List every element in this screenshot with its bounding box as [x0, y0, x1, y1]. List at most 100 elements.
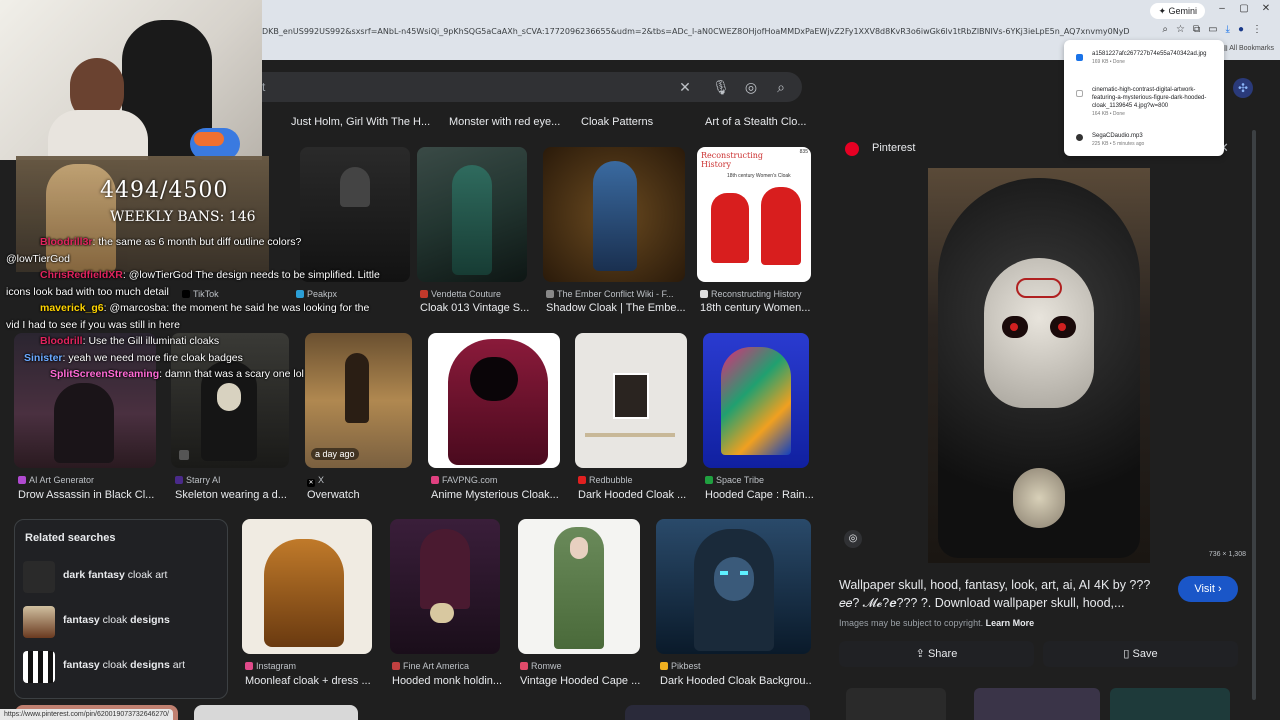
result-source: Vendetta Couture	[420, 289, 540, 299]
chat-text: icons look bad with too much detail	[6, 285, 169, 298]
preview-panel: Pinterest ◎ 736 × 1,308 Wallpaper skull,…	[826, 128, 1252, 720]
learn-more-link[interactable]: Learn More	[986, 618, 1035, 628]
tab-strip	[262, 0, 1280, 22]
image-result[interactable]	[518, 519, 640, 654]
result-title[interactable]: Cloak 013 Vintage S...	[420, 302, 540, 314]
result-title[interactable]: Skeleton wearing a d...	[175, 489, 293, 501]
chat-user: Bloodrill	[40, 335, 83, 347]
status-url: https://www.pinterest.com/pin/6200190737…	[0, 709, 174, 720]
related-item[interactable]: fantasy cloak designs	[17, 602, 227, 642]
close-window-icon[interactable]: ✕	[1258, 3, 1274, 14]
download-item[interactable]: cinematic-high-contrast-digital-artwork-…	[1092, 86, 1216, 118]
chat-text: yeah we need more fire cloak badges	[68, 351, 243, 364]
gemini-button[interactable]: ✦ Gemini	[1150, 3, 1205, 19]
result-source: Redbubble	[578, 475, 690, 485]
share-icon: ⇪	[915, 648, 925, 660]
source-name: FAVPNG.com	[442, 475, 498, 485]
result-title[interactable]: Moonleaf cloak + dress ...	[245, 675, 375, 687]
result-title[interactable]: Anime Mysterious Cloak...	[431, 489, 563, 501]
sidepanel-icon[interactable]: ▭	[1208, 24, 1217, 40]
image-result[interactable]	[428, 333, 560, 468]
image-result[interactable]: Reconstructing History 18th century Wome…	[697, 147, 811, 282]
result-title[interactable]: 18th century Women...	[700, 302, 812, 314]
search-input[interactable]: t	[262, 80, 265, 94]
address-bar[interactable]: DKB_enUS992US992&sxsrf=ANbL-n45WsiQi_9pK…	[262, 24, 1130, 40]
file-icon	[1076, 90, 1083, 97]
related-searches: Related searches dark fantasy cloak art …	[14, 519, 228, 699]
source-name: Redbubble	[589, 475, 633, 485]
more-result[interactable]	[846, 688, 946, 720]
weekly-bans: WEEKLY BANS: 146	[110, 209, 256, 225]
image-result[interactable]	[543, 147, 685, 282]
star-icon[interactable]: ☆	[1176, 24, 1185, 40]
result-title[interactable]: Hooded monk holdin...	[392, 675, 504, 687]
mic-icon[interactable]: 🎙	[712, 78, 730, 96]
chip-3[interactable]: Cloak Patterns	[581, 116, 653, 128]
search-box[interactable]: t ✕ 🎙 ◎ ⌕	[262, 72, 802, 102]
search-icon[interactable]: ⌕	[1162, 24, 1168, 40]
share-button[interactable]: ⇪ Share	[839, 641, 1034, 667]
chat-message: Sinister: yeah we need more fire cloak b…	[24, 351, 243, 364]
bookmarks-label: All Bookmarks	[1229, 45, 1274, 52]
source-name: Starry AI	[186, 475, 221, 485]
image-result[interactable]	[417, 147, 527, 282]
related-item[interactable]: dark fantasy cloak art	[17, 557, 227, 597]
image-result[interactable]	[703, 333, 809, 468]
image-result[interactable]	[656, 519, 811, 654]
chat-message: maverick_g6: @marcosba: the moment he sa…	[40, 302, 370, 314]
chat-message: Bloodrill3r: the same as 6 month but dif…	[40, 236, 302, 248]
result-source: Space Tribe	[705, 475, 815, 485]
download-item[interactable]: a1581227afc267727b74e55a740342ad.jpg 169 …	[1092, 50, 1216, 66]
result-title[interactable]: Dark Hooded Cloak ...	[578, 489, 690, 501]
source-name: Instagram	[256, 661, 297, 671]
image-result[interactable]	[390, 519, 500, 654]
menu-icon[interactable]: ⋮	[1252, 24, 1262, 40]
maximize-icon[interactable]: ▢	[1236, 3, 1252, 14]
chip-1[interactable]: Just Holm, Girl With The H...	[291, 116, 430, 128]
result-title[interactable]: Vintage Hooded Cape ...	[520, 675, 642, 687]
result-source: Fine Art America	[392, 661, 504, 671]
download-status: 169 KB • Done	[1092, 59, 1125, 65]
profile-icon[interactable]: ●	[1238, 24, 1244, 40]
lens-icon[interactable]: ◎	[844, 530, 862, 548]
search-icon[interactable]: ⌕	[772, 78, 790, 96]
webcam-feed	[0, 0, 262, 160]
minimize-icon[interactable]: –	[1214, 3, 1230, 14]
chip-4[interactable]: Art of a Stealth Clo...	[705, 116, 807, 128]
save-button[interactable]: ▯ Save	[1043, 641, 1238, 667]
chip-2[interactable]: Monster with red eye...	[449, 116, 560, 128]
result-title[interactable]: Dark Hooded Cloak Backgrou...	[660, 675, 812, 687]
download-icon[interactable]: ⤓	[1226, 24, 1230, 40]
result-title[interactable]: Shadow Cloak | The Embe...	[546, 302, 690, 314]
visit-button[interactable]: Visit ›	[1178, 576, 1238, 602]
chat-message: Bloodrill: Use the Gill illuminati cloak…	[40, 335, 220, 347]
panel-scrollbar[interactable]	[1252, 130, 1256, 700]
lens-icon[interactable]: ◎	[742, 78, 760, 96]
image-result[interactable]	[575, 333, 687, 468]
image-result[interactable]	[625, 705, 810, 720]
extensions-icon[interactable]: ⧉	[1193, 24, 1200, 40]
download-status: 225 KB • 5 minutes ago	[1092, 141, 1145, 147]
more-result[interactable]	[974, 688, 1100, 720]
apps-icon[interactable]: ✣	[1233, 78, 1253, 98]
result-title[interactable]: Drow Assassin in Black Cl...	[18, 489, 160, 501]
panel-source[interactable]: Pinterest	[872, 142, 915, 154]
image-result[interactable]	[242, 519, 372, 654]
image-result[interactable]	[194, 705, 358, 720]
result-source: FAVPNG.com	[431, 475, 563, 485]
source-name: Romwe	[531, 661, 562, 671]
all-bookmarks[interactable]: ▤ All Bookmarks	[1221, 44, 1274, 52]
result-title[interactable]: Overwatch	[307, 489, 414, 501]
download-item[interactable]: SegaCDaudio.mp3 225 KB • 5 minutes ago	[1092, 132, 1216, 148]
preview-image[interactable]	[928, 168, 1150, 563]
browser-toolbar: ⌕ ☆ ⧉ ▭ ⤓ ● ⋮	[1162, 24, 1262, 40]
clear-icon[interactable]: ✕	[676, 78, 694, 96]
related-item[interactable]: fantasy cloak designs art	[17, 647, 227, 687]
related-text: fantasy cloak designs art	[63, 659, 185, 671]
panel-title[interactable]: Wallpaper skull, hood, fantasy, look, ar…	[839, 576, 1159, 612]
result-title[interactable]: Hooded Cape : Rain...	[705, 489, 815, 501]
source-name: Vendetta Couture	[431, 289, 502, 299]
bookmark-icon: ▯	[1123, 648, 1130, 660]
related-heading: Related searches	[25, 532, 116, 544]
more-result[interactable]	[1110, 688, 1230, 720]
